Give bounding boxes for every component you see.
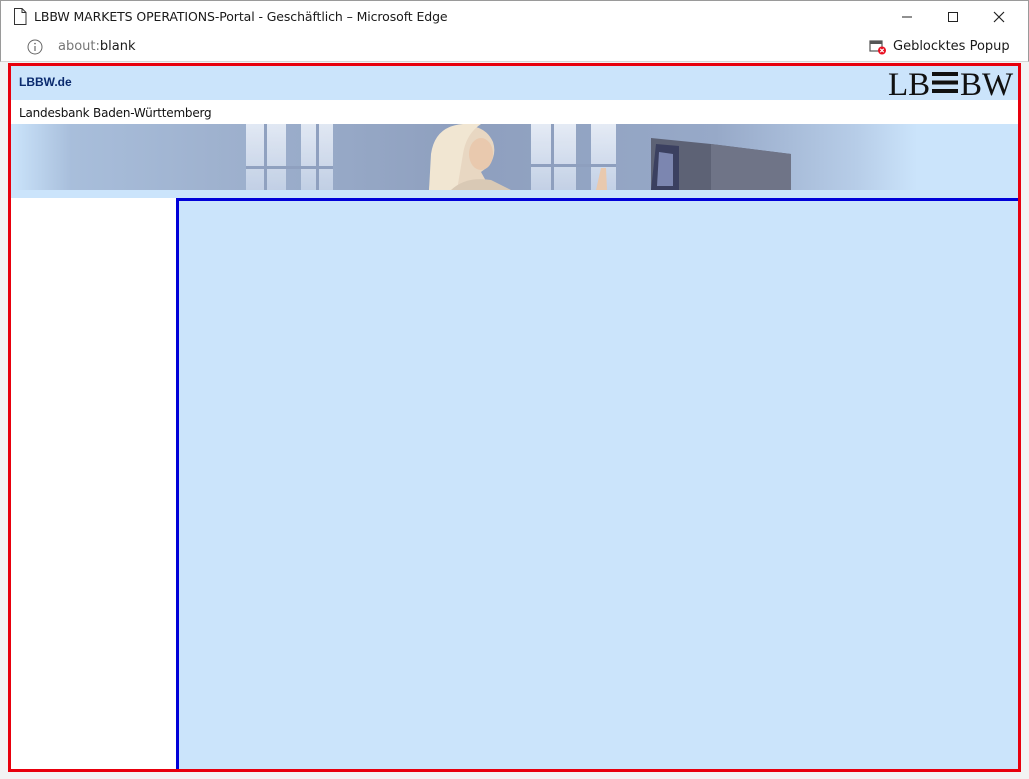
svg-text:BW: BW	[960, 67, 1014, 100]
info-icon[interactable]	[27, 39, 43, 55]
blocked-popup-icon[interactable]	[869, 39, 887, 55]
bank-name: Landesbank Baden-Württemberg	[19, 106, 212, 120]
window-titlebar: LBBW MARKETS OPERATIONS-Portal - Geschäf…	[0, 0, 1029, 32]
banner-gap	[11, 190, 1018, 198]
lbbw-logo: LB BW	[888, 67, 1014, 100]
address-bar: about:blank Geblocktes Popup	[0, 32, 1029, 62]
main-content-frame	[176, 198, 1018, 769]
close-icon	[993, 11, 1005, 23]
url-host: blank	[99, 39, 136, 54]
minimize-icon	[902, 16, 912, 18]
window-title: LBBW MARKETS OPERATIONS-Portal - Geschäf…	[34, 9, 448, 24]
maximize-button[interactable]	[930, 1, 976, 33]
minimize-button[interactable]	[884, 1, 930, 33]
maximize-icon	[948, 12, 958, 22]
svg-text:LB: LB	[888, 67, 930, 100]
header-strip: LBBW.de LB BW	[11, 66, 1018, 100]
lbbw-site-link[interactable]: LBBW.de	[19, 75, 72, 89]
url-field[interactable]: about:blank	[58, 39, 136, 54]
left-navigation-frame	[11, 198, 176, 769]
bank-name-row: Landesbank Baden-Württemberg	[11, 100, 1018, 124]
page-content-frame: LBBW.de LB BW Landesbank Baden-Württembe…	[8, 63, 1021, 772]
close-button[interactable]	[976, 1, 1022, 33]
document-icon	[14, 8, 27, 25]
blocked-popup-label[interactable]: Geblocktes Popup	[893, 39, 1010, 54]
header-banner-image	[11, 124, 1018, 190]
url-scheme: about:	[58, 39, 100, 54]
